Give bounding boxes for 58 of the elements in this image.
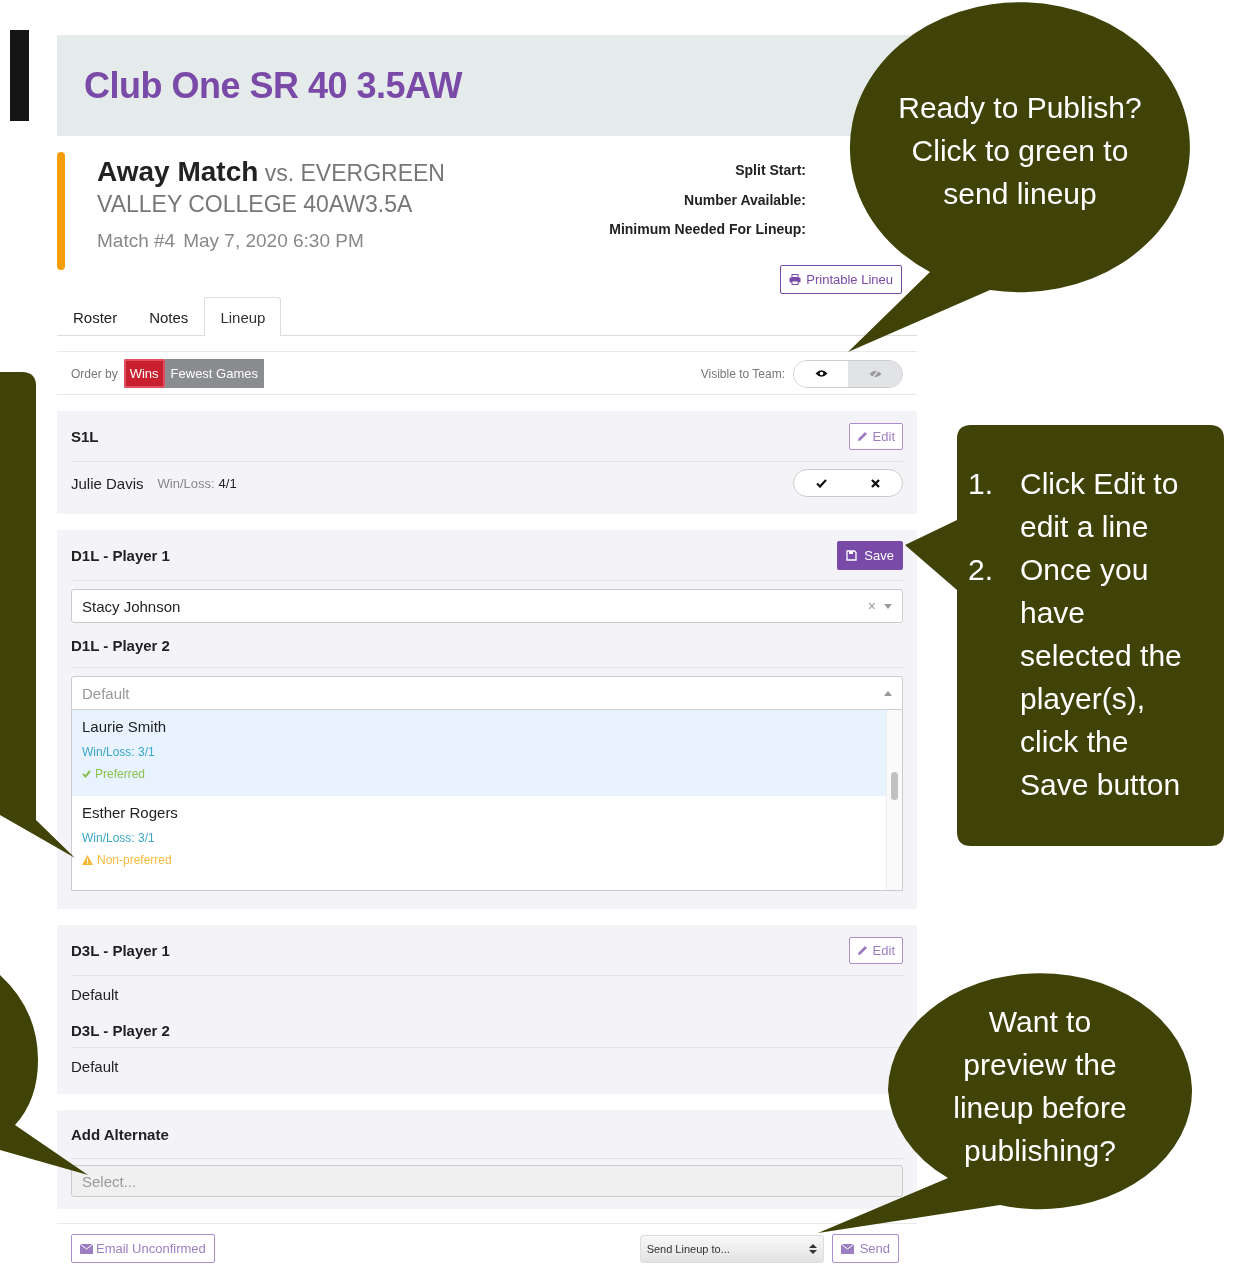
- record-value: 4/1: [218, 475, 237, 491]
- tab[interactable]: Lineup: [204, 297, 282, 336]
- player-name: Julie Davis: [71, 474, 144, 492]
- check-icon: [82, 770, 91, 778]
- list-number: 1.: [968, 466, 995, 502]
- visibility-toggle[interactable]: [793, 359, 903, 388]
- player-option[interactable]: Esther Rogers Win/Loss: 3/1 Non-preferred: [72, 796, 886, 882]
- order-option[interactable]: Wins: [123, 359, 165, 388]
- callout-text: Once you have selected the player(s), click the Save button: [1020, 552, 1182, 803]
- eye-icon: [814, 369, 828, 378]
- warning-icon: [82, 855, 93, 865]
- match-title: Away Match vs. EVERGREEN VALLEY COLLEGE 40AW3.5A: [97, 156, 446, 219]
- save-button[interactable]: Save: [837, 540, 903, 570]
- match-date: May 7, 2020 6:30 PM: [183, 230, 364, 252]
- line-title: D3L - Player 2: [71, 1021, 170, 1039]
- edit-button[interactable]: Edit: [848, 936, 903, 964]
- callout-text: Want to preview the lineup before publishing?: [953, 1004, 1127, 1169]
- pencil-icon: [856, 430, 868, 442]
- line-title: D3L - Player 1: [71, 941, 170, 959]
- info-label: Split Start:: [735, 161, 806, 180]
- match-number: Match #4: [97, 230, 176, 252]
- tab[interactable]: Roster: [57, 297, 134, 336]
- send-lineup-select[interactable]: Send Lineup to...: [639, 1234, 824, 1263]
- player-select[interactable]: Stacy Johnson ×: [71, 589, 903, 623]
- tab[interactable]: Notes: [133, 297, 205, 336]
- line-title: D1L - Player 2: [71, 623, 903, 668]
- list-number: 2.: [968, 552, 995, 588]
- player-value: Default: [71, 985, 120, 1005]
- eye-slash-icon: [868, 368, 882, 379]
- visible-to-team-label: Visible to Team:: [700, 366, 785, 381]
- printable-lineup-button[interactable]: Printable Lineu: [780, 264, 902, 294]
- callout-text: Ready to Publish? Click to green to send lineup: [898, 90, 1142, 212]
- caret-down-icon: [884, 603, 892, 609]
- player-value: Default: [71, 1056, 120, 1077]
- team-title: Club One SR 40 3.5AW: [84, 64, 463, 107]
- record-label: Win/Loss:: [157, 475, 215, 491]
- email-unconfirmed-button[interactable]: Email Unconfirmed: [71, 1234, 215, 1263]
- edit-button[interactable]: Edit: [848, 422, 903, 450]
- line-title: S1L: [71, 427, 99, 445]
- envelope-icon: [80, 1243, 93, 1254]
- section-title: Add Alternate: [71, 1125, 169, 1143]
- up-down-caret-icon: [808, 1243, 817, 1254]
- printer-icon: [789, 273, 802, 285]
- info-label: Minimum Needed For Lineup:: [609, 220, 806, 239]
- send-button[interactable]: Send: [831, 1234, 899, 1263]
- line-title: D1L - Player 1: [71, 546, 170, 564]
- confirm-toggle[interactable]: [793, 469, 903, 497]
- caret-up-icon: [884, 690, 892, 696]
- player-option[interactable]: Laurie Smith Win/Loss: 3/1 Preferred: [72, 710, 886, 796]
- close-icon: [871, 478, 880, 488]
- scrollbar[interactable]: [886, 710, 902, 890]
- order-option[interactable]: Fewest Games: [164, 359, 264, 388]
- check-icon: [816, 478, 827, 488]
- info-label: Number Available:: [684, 190, 806, 210]
- envelope-icon: [840, 1243, 854, 1254]
- pencil-icon: [856, 944, 868, 956]
- callout-text: Click Edit to edit a line: [1020, 466, 1179, 545]
- order-by-label: Order by: [71, 366, 118, 381]
